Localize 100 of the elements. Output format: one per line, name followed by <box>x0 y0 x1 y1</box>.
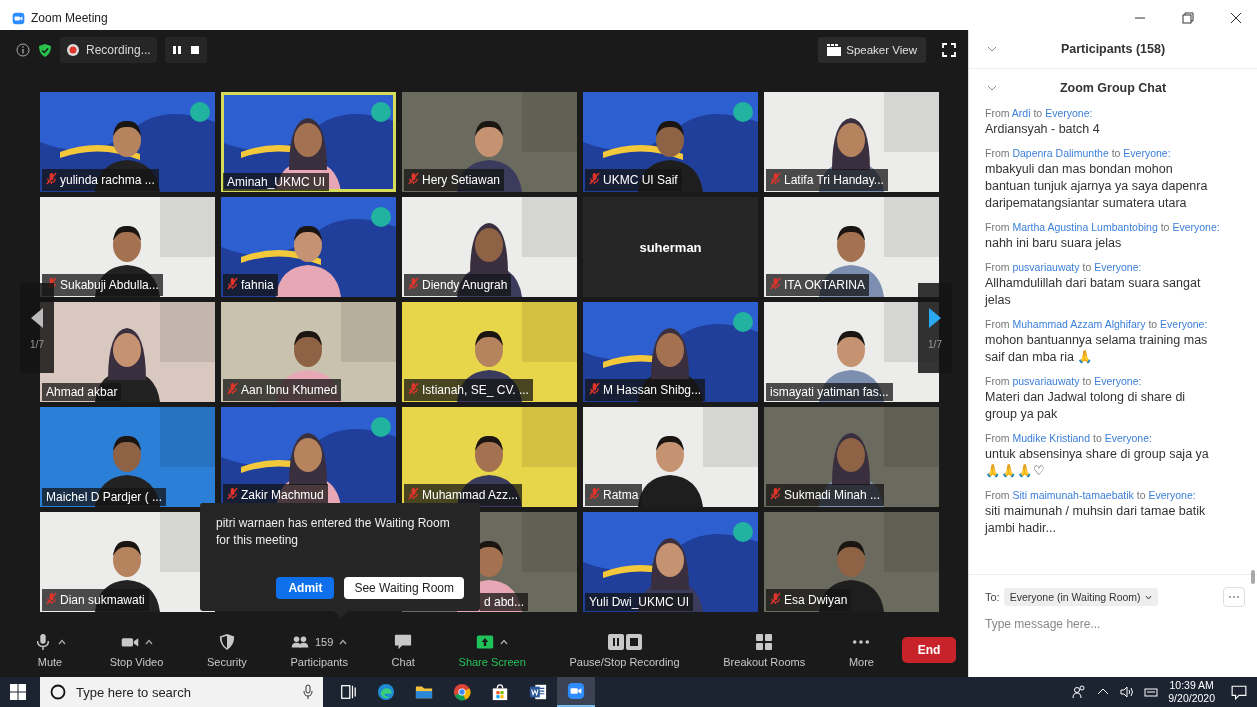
see-waiting-room-button[interactable]: See Waiting Room <box>344 577 464 599</box>
keyboard-language-icon[interactable] <box>1144 685 1159 699</box>
recipient-dropdown[interactable]: Everyone (in Waiting Room) <box>1003 588 1158 606</box>
page-indicator: 1/7 <box>30 338 44 350</box>
task-view-icon[interactable] <box>339 683 357 701</box>
message-text: Materi dan Jadwal tolong di share di group ya pak <box>985 389 1187 423</box>
participant-name: Sukabuji Abdulla... <box>60 278 159 292</box>
participant-name: fahnia <box>241 278 274 292</box>
participant-name: Ratma <box>603 488 639 502</box>
participant-name: Ahmad akbar <box>46 385 118 399</box>
muted-mic-icon <box>770 277 781 290</box>
shield-check-icon[interactable] <box>38 42 52 58</box>
toolbar-button[interactable]: Breakout Rooms <box>723 655 806 668</box>
to-label: To: <box>985 591 1000 603</box>
end-button[interactable]: End <box>902 636 956 663</box>
message-text: mbakyuli dan mas bondan mohon bantuan tunjuk ajarnya ya saya dapenra daripematangsiantar sumatera utara <box>985 161 1209 212</box>
muted-mic-icon <box>589 172 600 185</box>
search-field[interactable]: Type here to search <box>74 683 295 701</box>
windows-start-icon[interactable] <box>10 684 26 700</box>
notification-message: pitri warnaen has entered the Waiting Room for this meeting <box>216 515 451 549</box>
clock-date[interactable]: 9/20/2020 <box>1168 692 1215 705</box>
muted-mic-icon <box>408 382 419 395</box>
speaker-icon[interactable] <box>1120 685 1135 699</box>
message-header: From Dapenra Dalimunthe to Everyone: <box>985 147 1172 159</box>
toolbar-button[interactable]: Participants <box>290 655 348 668</box>
scrollbar-thumb[interactable] <box>1251 570 1255 584</box>
message-header: From pusvariauwaty to Everyone: <box>985 375 1143 387</box>
share-screen-icon <box>476 632 495 651</box>
people-icon[interactable] <box>1072 685 1087 699</box>
message-header: From Siti maimunah-tamaebatik to Everyone: <box>985 489 1197 501</box>
message-text: Ardiansyah - batch 4 <box>985 121 1101 138</box>
restore-icon[interactable] <box>1181 11 1195 25</box>
search-bar[interactable]: Type here to search <box>40 677 323 707</box>
message-header: From Muhammad Azzam Alghifary to Everyone: <box>985 318 1209 330</box>
toolbar-button[interactable]: More <box>848 655 874 668</box>
caret-icon[interactable] <box>58 638 66 645</box>
participant-name: Aminah_UKMC UI <box>227 175 326 189</box>
toolbar-button[interactable]: Security <box>207 655 247 668</box>
toolbar-button[interactable]: Stop Video <box>109 655 164 668</box>
message-text: siti maimunah / muhsin dari tamae batik jambi hadir... <box>985 503 1207 537</box>
chat-header[interactable]: Zoom Group Chat <box>997 81 1257 95</box>
fullscreen-icon[interactable] <box>942 43 956 57</box>
caret-icon[interactable] <box>500 638 509 645</box>
caret-icon[interactable] <box>339 638 348 645</box>
search-icon <box>50 684 66 700</box>
shield-icon <box>217 632 236 651</box>
chevron-down-icon[interactable] <box>987 85 997 91</box>
chrome-browser-icon[interactable] <box>453 683 471 701</box>
pause-icon[interactable] <box>170 44 183 56</box>
microphone-icon[interactable] <box>303 684 313 700</box>
caret-icon <box>1144 594 1152 600</box>
participant-name: Latifa Tri Handay... <box>784 173 884 187</box>
participant-name: M Hassan Shibg... <box>603 383 702 397</box>
clock-time[interactable]: 10:39 AM <box>1169 679 1214 692</box>
muted-mic-icon <box>589 382 600 395</box>
participant-name: Diendy Anugrah <box>422 278 508 292</box>
stop-icon[interactable] <box>188 44 201 56</box>
toolbar-button[interactable]: Share Screen <box>458 655 526 668</box>
more-icon <box>852 638 871 645</box>
muted-mic-icon <box>46 592 57 605</box>
video-tile[interactable]: suherman <box>583 197 758 297</box>
message-header: From Ardi to Everyone: <box>985 107 1094 119</box>
participant-name: ismayati yatiman fas... <box>770 385 889 399</box>
muted-mic-icon <box>408 487 419 500</box>
previous-page-icon[interactable] <box>30 306 44 329</box>
caret-icon[interactable] <box>144 638 153 645</box>
participant-name: Yuli Dwi_UKMC UI <box>589 595 690 609</box>
video-app-icon[interactable] <box>567 682 585 700</box>
document-app-icon[interactable] <box>529 683 547 701</box>
info-icon[interactable] <box>16 43 30 57</box>
speaker-view-button[interactable]: Speaker View <box>818 37 926 63</box>
next-page-icon[interactable] <box>928 306 942 329</box>
participant-name: yulinda rachma ... <box>60 173 155 187</box>
participant-name: Maichel D Pardjer ( ... <box>46 490 163 504</box>
chat-bubble-icon <box>394 632 413 651</box>
store-bag-icon[interactable] <box>491 683 509 701</box>
chevron-down-icon[interactable] <box>987 46 997 52</box>
pause-stop-icon <box>606 632 643 651</box>
toolbar-button[interactable]: Mute <box>37 655 63 668</box>
participant-name: Sukmadi Minah ... <box>784 488 881 502</box>
toolbar-button[interactable]: Pause/Stop Recording <box>569 655 680 668</box>
video-app-icon <box>12 12 25 25</box>
participant-name: Dian sukmawati <box>60 593 145 607</box>
toolbar-button[interactable]: Chat <box>391 655 415 668</box>
page-indicator: 1/7 <box>928 338 942 350</box>
message-text: nahh ini baru suara jelas <box>985 235 1123 252</box>
admit-button[interactable]: Admit <box>276 577 335 599</box>
close-icon[interactable] <box>1229 11 1243 25</box>
message-header: From Mudike Kristiand to Everyone: <box>985 432 1153 444</box>
recording-label: Recording... <box>86 43 151 57</box>
participants-header[interactable]: Participants (158) <box>997 42 1257 56</box>
muted-mic-icon <box>770 172 781 185</box>
notification-icon[interactable] <box>1231 684 1247 700</box>
participant-name: Hery Setiawan <box>422 173 501 187</box>
more-icon <box>1228 595 1240 599</box>
participant-name: Aan Ibnu Khumed <box>241 383 338 397</box>
muted-mic-icon <box>770 592 781 605</box>
edge-browser-icon[interactable] <box>377 683 395 701</box>
message-text: mohon bantuannya selama training mas saif dan mba ria 🙏 <box>985 332 1209 366</box>
message-header: From Martha Agustina Lumbantobing to Everyone: <box>985 221 1221 233</box>
